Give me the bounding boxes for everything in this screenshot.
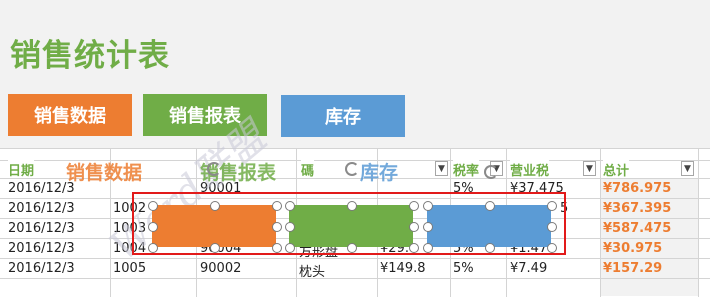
page-title: 销售统计表 [10,38,170,74]
resize-handle[interactable] [272,243,282,253]
cell-price[interactable]: ¥149.8 [380,261,426,276]
cell-date[interactable]: 2016/12/3 [8,181,75,196]
resize-handle[interactable] [285,222,295,232]
resize-handle[interactable] [347,243,357,253]
blue-shape[interactable] [427,205,551,247]
resize-handle[interactable] [547,243,557,253]
column-header-tax-rate: 税率 [453,160,480,179]
resize-handle[interactable] [409,201,419,211]
resize-handle[interactable] [148,222,158,232]
cell-date[interactable]: 2016/12/3 [8,221,75,236]
grid-line [0,148,710,149]
resize-handle[interactable] [485,243,495,253]
green-shape[interactable] [289,205,413,247]
grid-line [600,148,601,297]
resize-handle[interactable] [423,222,433,232]
grid-line [0,258,710,259]
cell-total[interactable]: ¥587.475 [603,221,671,236]
resize-handle[interactable] [547,201,557,211]
inventory-button[interactable]: 库存 [281,95,405,137]
cell-total[interactable]: ¥157.29 [603,261,662,276]
drag-ghost-inventory: 库存 [360,162,399,184]
resize-handle[interactable] [148,243,158,253]
resize-handle[interactable] [409,243,419,253]
cell-date[interactable]: 2016/12/3 [8,261,75,276]
filter-dropdown-icon[interactable]: ▼ [435,161,448,176]
cell-item[interactable]: 枕头 [299,261,325,280]
cell-tax[interactable]: ¥7.49 [510,261,547,276]
cell-tax-rate[interactable]: 5% [453,261,474,276]
cell-total[interactable]: ¥30.975 [603,241,662,256]
resize-handle[interactable] [285,201,295,211]
resize-handle[interactable] [347,201,357,211]
column-header-total: 总计 [603,160,630,179]
rotate-handle-icon[interactable] [484,165,498,179]
cell-date[interactable]: 2016/12/3 [8,201,75,216]
resize-handle[interactable] [485,201,495,211]
resize-handle[interactable] [148,201,158,211]
rotate-handle-icon[interactable] [207,162,221,176]
resize-handle[interactable] [272,201,282,211]
cell-total[interactable]: ¥367.395 [603,201,671,216]
cell-code[interactable]: 90002 [200,261,241,276]
drag-ghost-sales-data: 销售数据 [66,162,143,184]
resize-handle[interactable] [272,222,282,232]
column-header-partial: 碼 [301,160,315,179]
filter-dropdown-icon[interactable]: ▼ [583,161,596,176]
filter-dropdown-icon[interactable]: ▼ [681,161,694,176]
resize-handle[interactable] [409,222,419,232]
cell-total[interactable]: ¥786.975 [603,181,671,196]
resize-handle[interactable] [423,201,433,211]
cell-date[interactable]: 2016/12/3 [8,241,75,256]
column-header-business-tax: 营业税 [510,160,550,179]
grid-line [0,278,710,279]
resize-handle[interactable] [423,243,433,253]
resize-handle[interactable] [210,201,220,211]
resize-handle[interactable] [285,243,295,253]
resize-handle[interactable] [210,243,220,253]
resize-handle[interactable] [547,222,557,232]
grid-line [698,148,699,297]
rotate-handle-icon[interactable] [345,162,359,176]
column-header-date: 日期 [8,160,35,179]
orange-shape[interactable] [152,205,276,247]
sales-data-button[interactable]: 销售数据 [8,94,132,136]
